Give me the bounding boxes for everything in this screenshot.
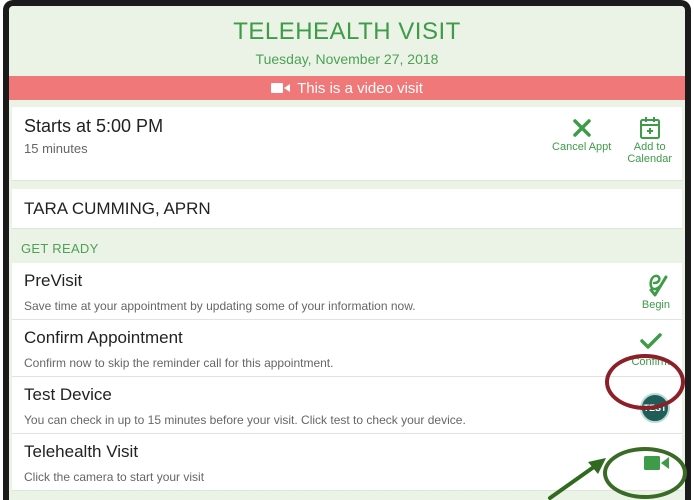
task-description: Save time at your appointment by updatin… (24, 299, 416, 313)
get-ready-header: GET READY (21, 241, 99, 256)
cancel-appt-button[interactable]: Cancel Appt (552, 115, 611, 165)
calendar-add-icon (639, 115, 661, 141)
task-confirm-appointment[interactable]: Confirm Appointment Confirm now to skip … (12, 320, 682, 377)
video-visit-text: This is a video visit (297, 79, 423, 97)
test-device-highlight-circle (605, 354, 685, 410)
task-test-device[interactable]: Test Device You can check in up to 15 mi… (12, 377, 682, 434)
video-button-highlight-circle (603, 447, 687, 499)
calendar-label: Calendar (627, 153, 672, 165)
provider-name: TARA CUMMING, APRN (24, 199, 211, 218)
evisit-icon (644, 269, 668, 299)
page-header: TELEHEALTH VISIT Tuesday, November 27, 2… (9, 6, 685, 76)
task-previsit[interactable]: PreVisit Save time at your appointment b… (12, 263, 682, 320)
begin-button[interactable]: Begin (642, 269, 670, 311)
pointer-arrow-icon (548, 458, 606, 500)
task-title: Confirm Appointment (24, 328, 183, 347)
appointment-actions: Cancel Appt Add to Calendar (552, 115, 672, 165)
provider-card: TARA CUMMING, APRN (12, 189, 682, 229)
checkmark-icon (639, 326, 663, 356)
app-frame: TELEHEALTH VISIT Tuesday, November 27, 2… (3, 0, 691, 500)
add-to-label: Add to (633, 141, 666, 153)
appointment-card: Starts at 5:00 PM 15 minutes Cancel Appt (12, 107, 682, 181)
begin-label: Begin (641, 299, 670, 311)
task-title: PreVisit (24, 271, 83, 290)
task-description: Confirm now to skip the reminder call fo… (24, 356, 334, 370)
add-to-calendar-button[interactable]: Add to Calendar (627, 115, 672, 165)
page-title: TELEHEALTH VISIT (233, 18, 461, 45)
task-description: You can check in up to 15 minutes before… (24, 413, 466, 427)
video-camera-icon (271, 82, 291, 94)
video-visit-banner: This is a video visit (9, 76, 685, 100)
task-title: Test Device (24, 385, 112, 404)
visit-date: Tuesday, November 27, 2018 (255, 51, 439, 67)
cancel-appt-label: Cancel Appt (552, 141, 612, 153)
close-x-icon (572, 115, 592, 141)
